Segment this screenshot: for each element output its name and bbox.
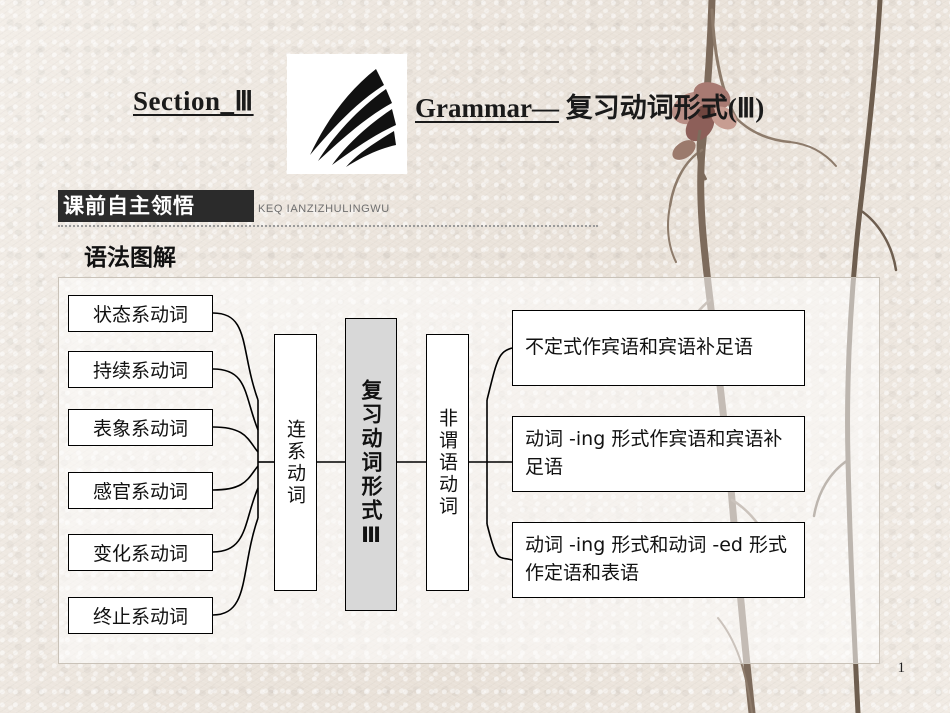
node-label: 变化系动词 — [92, 543, 188, 565]
node-label: 持续系动词 — [92, 360, 188, 382]
node-label: 动词 -ing 形式作宾语和宾语补足语 — [525, 428, 783, 478]
node-label: 感官系动词 — [92, 481, 188, 503]
diagram-center-node: 复习动词形式Ⅲ — [345, 318, 397, 611]
diagram-left-node-6: 终止系动词 — [68, 597, 213, 634]
node-label: 连系动词 — [284, 418, 306, 507]
node-label: 不定式作宾语和宾语补足语 — [525, 336, 754, 359]
diagram-right-node-1: 不定式作宾语和宾语补足语 — [512, 310, 805, 386]
diagram-left-node-2: 持续系动词 — [68, 351, 213, 388]
diagram-right-node-3: 动词 -ing 形式和动词 -ed 形式作定语和表语 — [512, 522, 805, 598]
diagram-left-node-3: 表象系动词 — [68, 409, 213, 446]
node-label: 动词 -ing 形式和动词 -ed 形式作定语和表语 — [525, 534, 788, 584]
diagram-left-node-1: 状态系动词 — [68, 295, 213, 332]
node-label: 复习动词形式Ⅲ — [359, 379, 383, 550]
node-label: 表象系动词 — [92, 418, 188, 440]
diagram-left-node-4: 感官系动词 — [68, 472, 213, 509]
node-label: 非谓语动词 — [436, 407, 458, 518]
diagram-linking-verb-node: 连系动词 — [274, 334, 317, 591]
diagram-right-node-2: 动词 -ing 形式作宾语和宾语补足语 — [512, 416, 805, 492]
node-label: 终止系动词 — [92, 606, 188, 628]
page-number: 1 — [897, 660, 906, 676]
diagram-left-node-5: 变化系动词 — [68, 534, 213, 571]
diagram-nonfinite-verb-node: 非谓语动词 — [426, 334, 469, 591]
node-label: 状态系动词 — [92, 304, 188, 326]
